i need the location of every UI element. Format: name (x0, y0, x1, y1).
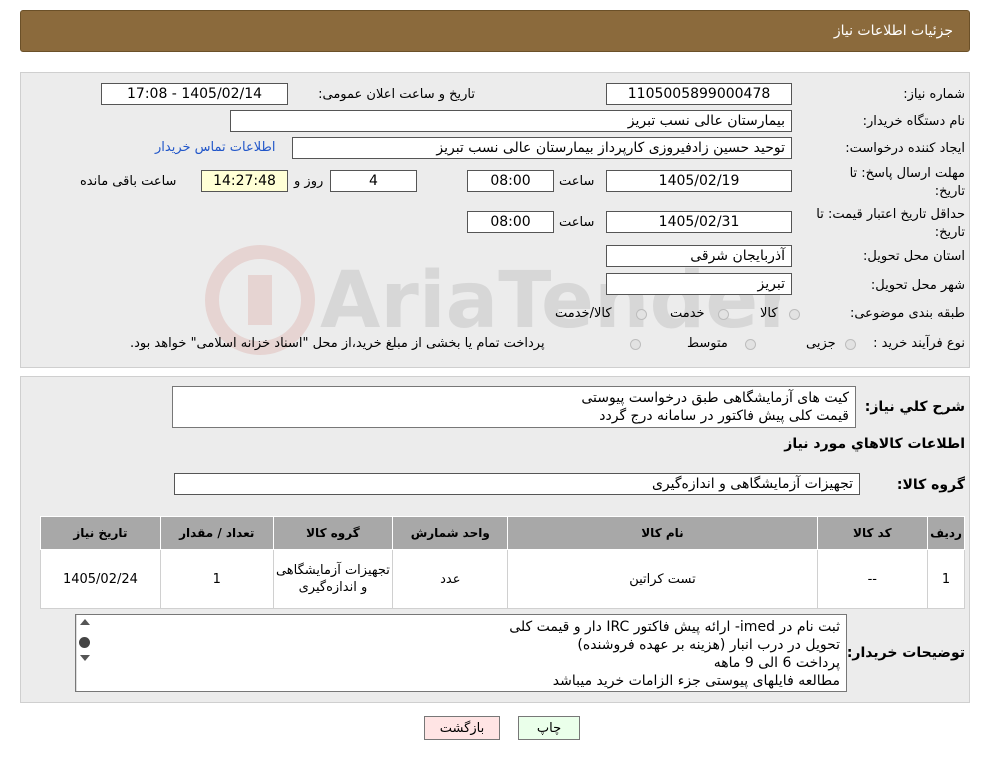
remaining-time-field: 14:27:48 (201, 170, 288, 192)
scroll-down-icon[interactable] (80, 655, 90, 661)
goods-group-field: تجهیزات آزمایشگاهی و اندازه‌گیری (174, 473, 860, 495)
city-field: تبریز (606, 273, 792, 295)
need-number-field: 1105005899000478 (606, 83, 792, 105)
category-option-goods: کالا (760, 306, 778, 321)
buyer-notes-label: توضیحات خریدار: (846, 645, 965, 661)
notes-line-4: مطالعه فایلهای پیوستی جزء الزامات خرید م… (552, 673, 840, 689)
cell-unit: عدد (392, 549, 509, 609)
process-radio-treasury[interactable] (630, 339, 641, 350)
col-qty: تعداد / مقدار (159, 516, 274, 550)
province-field: آذربایجان شرقی (606, 245, 792, 267)
validity-label: حداقل تاریخ اعتبار قیمت: تا (816, 207, 965, 222)
announce-label: تاریخ و ساعت اعلان عمومی: (318, 87, 475, 102)
process-option-medium: متوسط (687, 336, 728, 351)
need-number-label: شماره نیاز: (903, 87, 965, 102)
deadline-label: مهلت ارسال پاسخ: تا (849, 166, 965, 181)
process-radio-minor[interactable] (845, 339, 856, 350)
col-unit: واحد شمارش (392, 516, 509, 550)
cell-qty: 1 (159, 549, 274, 609)
goods-group-label: گروه کالا: (896, 477, 965, 493)
cell-name: تست کراتین (507, 549, 818, 609)
category-radio-goods-service[interactable] (636, 309, 647, 320)
scroll-thumb[interactable] (79, 637, 90, 648)
svg-text:AriaTender.neT: AriaTender.neT (320, 256, 780, 346)
buyer-label: نام دستگاه خریدار: (862, 114, 965, 129)
remaining-label: ساعت باقی مانده (80, 174, 177, 189)
validity-label-2: تاریخ: (934, 225, 965, 240)
category-radio-goods[interactable] (789, 309, 800, 320)
col-row: ردیف (927, 516, 965, 550)
deadline-time-label: ساعت (559, 174, 595, 189)
summary-label: شرح کلي نياز: (864, 399, 965, 415)
category-option-service: خدمت (670, 306, 705, 321)
deadline-label-2: تاریخ: (934, 184, 965, 199)
buyer-notes-textarea[interactable]: ثبت نام در imed- ارائه پیش فاکتور IRC دا… (75, 614, 847, 692)
deadline-date-field: 1405/02/19 (606, 170, 792, 192)
validity-time-field: 08:00 (467, 211, 554, 233)
goods-section-title: اطلاعات کالاهاي مورد نياز (784, 436, 965, 452)
items-table: ردیف کد کالا نام کالا واحد شمارش گروه کا… (40, 516, 965, 609)
cell-group: تجهیزات آزمایشگاهی و اندازه‌گیری (272, 549, 394, 609)
scroll-up-icon[interactable] (80, 619, 90, 625)
summary-line-2: قیمت کلی پیش فاکتور در سامانه درج گردد (599, 408, 849, 424)
notes-scrollbar[interactable] (76, 615, 92, 691)
page-title: جزئیات اطلاعات نیاز (833, 23, 953, 39)
announce-field: 1405/02/14 - 17:08 (101, 83, 288, 105)
process-note: پرداخت تمام یا بخشی از مبلغ خرید،از محل … (130, 336, 545, 351)
category-label: طبقه بندی موضوعی: (849, 306, 965, 321)
cell-code: -- (816, 549, 929, 609)
process-label: نوع فرآیند خرید : (873, 336, 965, 351)
buyer-field: بیمارستان عالی نسب تبریز (230, 110, 792, 132)
table-row[interactable]: 1 -- تست کراتین عدد تجهیزات آزمایشگاهی و… (40, 549, 965, 609)
cell-date: 1405/02/24 (40, 549, 161, 609)
notes-line-1: ثبت نام در imed- ارائه پیش فاکتور IRC دا… (509, 619, 840, 635)
process-radio-medium[interactable] (745, 339, 756, 350)
validity-time-label: ساعت (559, 215, 595, 230)
days-label: روز و (294, 174, 324, 189)
contact-buyer-link[interactable]: اطلاعات تماس خریدار (155, 140, 275, 155)
col-date: تاریخ نیاز (40, 516, 161, 550)
col-code: کد کالا (816, 516, 929, 550)
table-header-row: ردیف کد کالا نام کالا واحد شمارش گروه کا… (40, 516, 965, 550)
cell-row: 1 (927, 549, 965, 609)
summary-textarea[interactable]: کیت های آزمایشگاهی طبق درخواست پیوستی قی… (172, 386, 856, 428)
page-header: جزئیات اطلاعات نیاز (20, 10, 970, 52)
days-field: 4 (330, 170, 417, 192)
category-option-goods-service: کالا/خدمت (555, 306, 612, 321)
creator-field: توحید حسین زادفیروزی کارپرداز بیمارستان … (292, 137, 792, 159)
print-button[interactable]: چاپ (518, 716, 580, 740)
notes-line-3: پرداخت 6 الی 9 ماهه (713, 655, 840, 671)
summary-line-1: کیت های آزمایشگاهی طبق درخواست پیوستی (581, 390, 849, 406)
deadline-time-field: 08:00 (467, 170, 554, 192)
validity-date-field: 1405/02/31 (606, 211, 792, 233)
province-label: استان محل تحویل: (863, 249, 965, 264)
category-radio-service[interactable] (718, 309, 729, 320)
notes-line-2: تحویل در درب انبار (هزینه بر عهده فروشند… (577, 637, 840, 653)
back-button[interactable]: بازگشت (424, 716, 500, 740)
process-option-minor: جزیی (806, 336, 836, 351)
col-name: نام کالا (507, 516, 818, 550)
city-label: شهر محل تحویل: (870, 278, 965, 293)
creator-label: ایجاد کننده درخواست: (845, 141, 965, 156)
col-group: گروه کالا (272, 516, 394, 550)
